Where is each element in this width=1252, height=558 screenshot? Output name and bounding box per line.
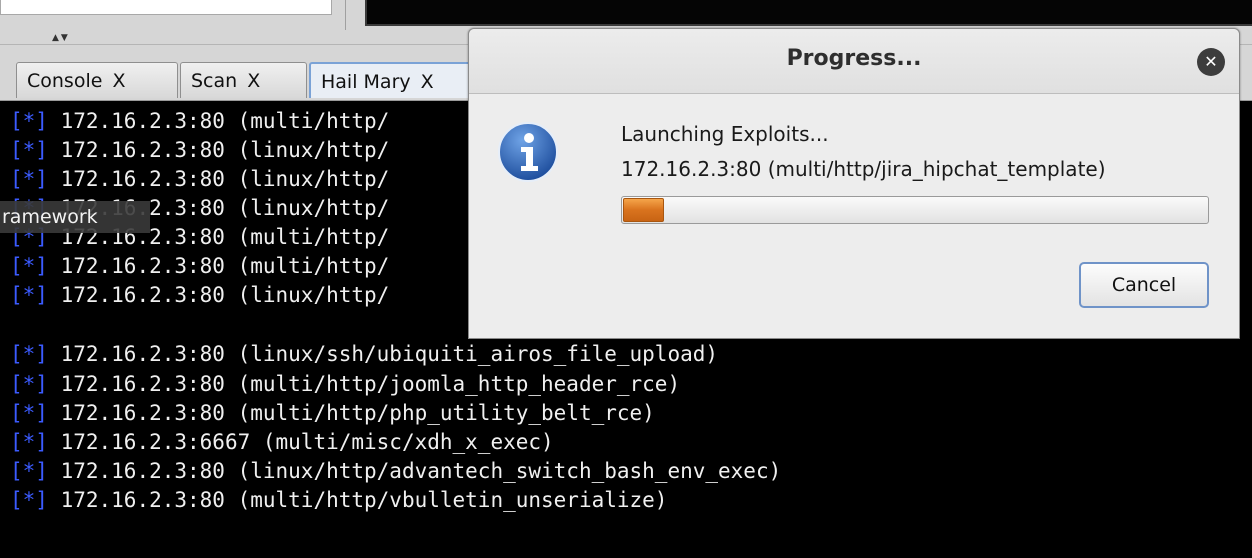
cancel-button[interactable]: Cancel xyxy=(1079,262,1209,308)
line-text: 172.16.2.3:80 (multi/http/vbulletin_unse… xyxy=(47,488,668,512)
terminal-line: [*] 172.16.2.3:80 (linux/ssh/ubiquiti_ai… xyxy=(10,340,718,368)
progress-dialog: Progress... ✕ Launching Exploits... 172.… xyxy=(468,28,1240,339)
progress-bar xyxy=(621,196,1209,224)
progress-fill xyxy=(623,198,664,222)
line-bullet: [*] xyxy=(10,401,48,425)
info-icon xyxy=(498,122,558,182)
line-text: 172.16.2.3:6667 (multi/misc/xdh_x_exec) xyxy=(47,430,554,454)
line-bullet: [*] xyxy=(10,342,48,366)
terminal-line: [*] 172.16.2.3:80 (multi/http/php_utilit… xyxy=(10,399,655,427)
top-divider xyxy=(345,0,346,30)
line-text: 172.16.2.3:80 (linux/http/advantech_swit… xyxy=(47,459,782,483)
tab-hail-mary[interactable]: Hail Mary X xyxy=(309,62,489,98)
line-text: 172.16.2.3:80 (linux/ssh/ubiquiti_airos_… xyxy=(47,342,719,366)
dialog-title: Progress... xyxy=(786,46,922,71)
terminal-line: [*] 172.16.2.3:80 (multi/http/ xyxy=(10,252,389,280)
terminal-line: [*] 172.16.2.3:80 (linux/http/advantech_… xyxy=(10,457,781,485)
line-bullet: [*] xyxy=(10,254,48,278)
tab-close-icon[interactable]: X xyxy=(112,70,125,92)
line-text: 172.16.2.3:80 (linux/http/ xyxy=(47,167,390,191)
terminal-line: [*] 172.16.2.3:6667 (multi/misc/xdh_x_ex… xyxy=(10,428,554,456)
top-terminal-pane[interactable] xyxy=(365,0,1252,26)
close-icon[interactable]: ✕ xyxy=(1197,48,1225,76)
tab-close-icon[interactable]: X xyxy=(247,70,260,92)
line-bullet: [*] xyxy=(10,430,48,454)
terminal-line: [*] 172.16.2.3:80 (linux/http/ xyxy=(10,136,389,164)
line-text: 172.16.2.3:80 (multi/http/php_utility_be… xyxy=(47,401,655,425)
line-text: 172.16.2.3:80 (linux/http/ xyxy=(47,138,390,162)
line-text: 172.16.2.3:80 (multi/http/joomla_http_he… xyxy=(47,372,681,396)
line-bullet: [*] xyxy=(10,138,48,162)
line-bullet: [*] xyxy=(10,459,48,483)
line-text: 172.16.2.3:80 (multi/http/ xyxy=(47,254,390,278)
top-left-list[interactable] xyxy=(0,0,332,15)
tooltip: ramework xyxy=(0,201,150,233)
line-bullet: [*] xyxy=(10,488,48,512)
terminal-line: [*] 172.16.2.3:80 (multi/http/vbulletin_… xyxy=(10,486,667,514)
terminal-line: [*] 172.16.2.3:80 (multi/http/joomla_htt… xyxy=(10,370,680,398)
tab-scan[interactable]: Scan X xyxy=(180,62,307,98)
tab-console[interactable]: Console X xyxy=(16,62,178,98)
line-bullet: [*] xyxy=(10,372,48,396)
terminal-line: [*] 172.16.2.3:80 (linux/http/ xyxy=(10,165,389,193)
dialog-message: Launching Exploits... xyxy=(621,122,829,146)
terminal-line: [*] 172.16.2.3:80 (multi/http/ xyxy=(10,107,389,135)
terminal-line: [*] 172.16.2.3:80 (linux/http/ xyxy=(10,281,389,309)
tab-close-icon[interactable]: X xyxy=(421,71,434,93)
line-text: 172.16.2.3:80 (multi/http/ xyxy=(47,109,390,133)
dialog-titlebar[interactable]: Progress... ✕ xyxy=(469,29,1239,94)
tab-label: Console xyxy=(27,70,103,92)
line-text: 172.16.2.3:80 (linux/http/ xyxy=(47,283,390,307)
tab-label: Scan xyxy=(191,70,238,92)
line-bullet: [*] xyxy=(10,109,48,133)
line-bullet: [*] xyxy=(10,283,48,307)
split-pane-arrows[interactable]: ▲▼ xyxy=(52,33,70,43)
tab-label: Hail Mary xyxy=(321,71,411,93)
dialog-detail: 172.16.2.3:80 (multi/http/jira_hipchat_t… xyxy=(621,157,1106,181)
line-bullet: [*] xyxy=(10,167,48,191)
